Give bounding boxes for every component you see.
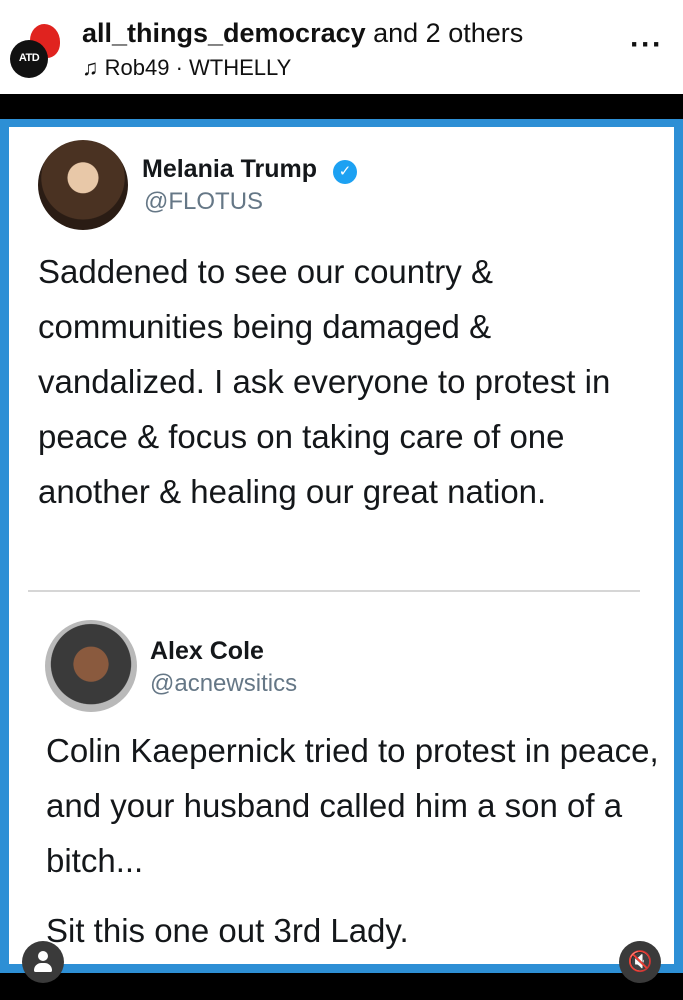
tweet1-handle: @FLOTUS <box>144 188 264 215</box>
music-note-icon: ♫ <box>82 55 99 80</box>
collab-suffix: and 2 others <box>365 18 524 48</box>
user-tag-icon[interactable] <box>22 941 64 983</box>
tweet2-handle: @acnewsitics <box>150 670 298 697</box>
tweet2-name: Alex Cole <box>150 637 264 665</box>
account-line[interactable]: all_things_democracy and 2 others <box>82 18 523 49</box>
logo-text: ATD <box>18 52 40 64</box>
tweet2-text: Colin Kaepernick tried to protest in pea… <box>46 732 659 879</box>
user-tag-body <box>34 963 52 972</box>
tweet2-avatar <box>45 620 137 712</box>
account-logo: ATD <box>10 40 48 78</box>
verified-badge-icon: ✓ <box>333 160 357 184</box>
tweet-divider <box>28 590 640 592</box>
audio-title: Rob49 · WTHELLY <box>104 55 292 80</box>
audio-line[interactable]: ♫ Rob49 · WTHELLY <box>82 55 291 81</box>
tweet2-text-line2: Sit this one out 3rd Lady. <box>46 912 409 949</box>
tweet1-avatar <box>38 140 128 230</box>
tweet1-text: Saddened to see our country & communitie… <box>38 253 611 510</box>
account-name[interactable]: all_things_democracy <box>82 18 366 48</box>
user-tag-head <box>38 951 48 961</box>
tweet1-name: Melania Trump <box>142 155 318 183</box>
post-header: ATD all_things_democracy and 2 others ♫ … <box>0 0 683 94</box>
more-options-icon[interactable]: ··· <box>630 28 663 62</box>
speaker-muted-icon[interactable]: 🔇 <box>619 941 661 983</box>
